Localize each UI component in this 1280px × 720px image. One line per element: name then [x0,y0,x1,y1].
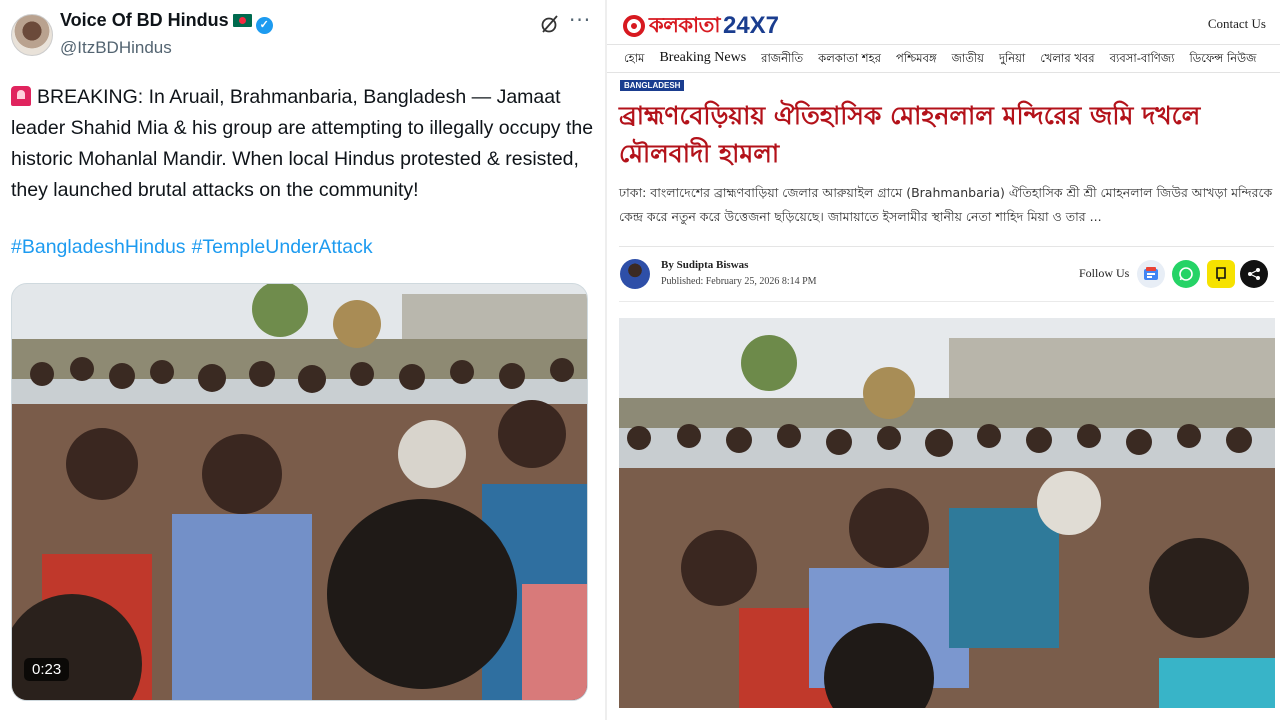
publish-date: Published: February 25, 2026 8:14 PM [661,276,817,287]
news-article-panel: কলকাতা 24X7 Contact Us হোম Breaking News… [607,0,1280,720]
nav-item[interactable]: পশ্চিমবঙ্গ [896,50,937,69]
display-name-row[interactable]: Voice Of BD Hindus ✓ [60,10,273,34]
nav-item[interactable]: রাজনীতি [761,50,803,69]
whatsapp-icon[interactable] [1172,260,1200,288]
share-icon[interactable] [1240,260,1268,288]
koo-icon[interactable] [1207,260,1235,288]
user-handle[interactable]: @ItzBDHindus [60,38,172,58]
nav-item[interactable]: কলকাতা শহর [818,50,881,69]
google-news-icon[interactable] [1137,260,1165,288]
grok-icon[interactable] [540,14,560,34]
more-options-icon[interactable]: ··· [569,8,591,32]
bangladesh-flag-icon [232,14,252,27]
follow-us-label: Follow Us [1079,266,1130,280]
hashtag-link[interactable]: #BangladeshHindus [11,236,186,258]
nav-item[interactable]: দুনিয়া [999,50,1025,69]
tweet-video[interactable] [11,283,588,701]
display-name[interactable]: Voice Of BD Hindus [60,10,229,30]
article-photo[interactable] [619,318,1275,708]
crowd-video-frame [12,284,587,700]
contact-link[interactable]: Contact Us [1208,16,1266,32]
nav-item[interactable]: ব্যবসা-বাণিজ্য [1110,50,1175,69]
nav-divider [607,44,1280,45]
nav-item[interactable]: Breaking News [659,50,746,69]
article-excerpt: ঢাকা: বাংলাদেশের ব্রাহ্মণবাড়িয়া জেলার … [619,185,1273,224]
verified-badge-icon[interactable]: ✓ [255,17,273,34]
logo-number: 24X7 [722,12,780,39]
logo-text: কলকাতা [649,12,720,37]
tweet-panel: Voice Of BD Hindus ✓ @ItzBDHindus ··· BRE… [0,0,605,720]
author-avatar[interactable] [620,259,650,289]
hashtag-row: #BangladeshHindus #TempleUnderAttack [11,236,379,259]
article-headline: ব্রাহ্মণবেড়িয়ায় ঐতিহাসিক মোহনলাল মন্দ… [619,101,1201,168]
nav-item[interactable]: খেলার খবর [1040,50,1094,69]
nav-item[interactable]: হোম [624,50,644,69]
nav-item[interactable]: ডিফেন্স নিউজ [1189,50,1256,69]
siren-icon [11,86,31,106]
nav-item[interactable]: জাতীয় [952,50,984,69]
main-navigation: হোম Breaking News রাজনীতি কলকাতা শহর পশ্… [624,50,1271,69]
video-duration: 0:23 [24,658,70,681]
tweet-text: BREAKING: In Aruail, Brahmanbaria, Bangl… [11,82,596,206]
profile-avatar[interactable] [11,14,53,56]
site-logo[interactable]: কলকাতা 24X7 [623,11,779,41]
hashtag-link[interactable]: #TempleUnderAttack [192,236,373,258]
logo-mark-icon [623,15,645,37]
author-name[interactable]: By Sudipta Biswas [661,259,748,271]
divider-line [619,246,1274,247]
divider-line [619,301,1274,302]
tweet-body: BREAKING: In Aruail, Brahmanbaria, Bangl… [11,86,594,201]
category-badge[interactable]: BANGLADESH [620,80,685,91]
crowd-photo [619,318,1275,708]
nav-divider [607,72,1280,73]
